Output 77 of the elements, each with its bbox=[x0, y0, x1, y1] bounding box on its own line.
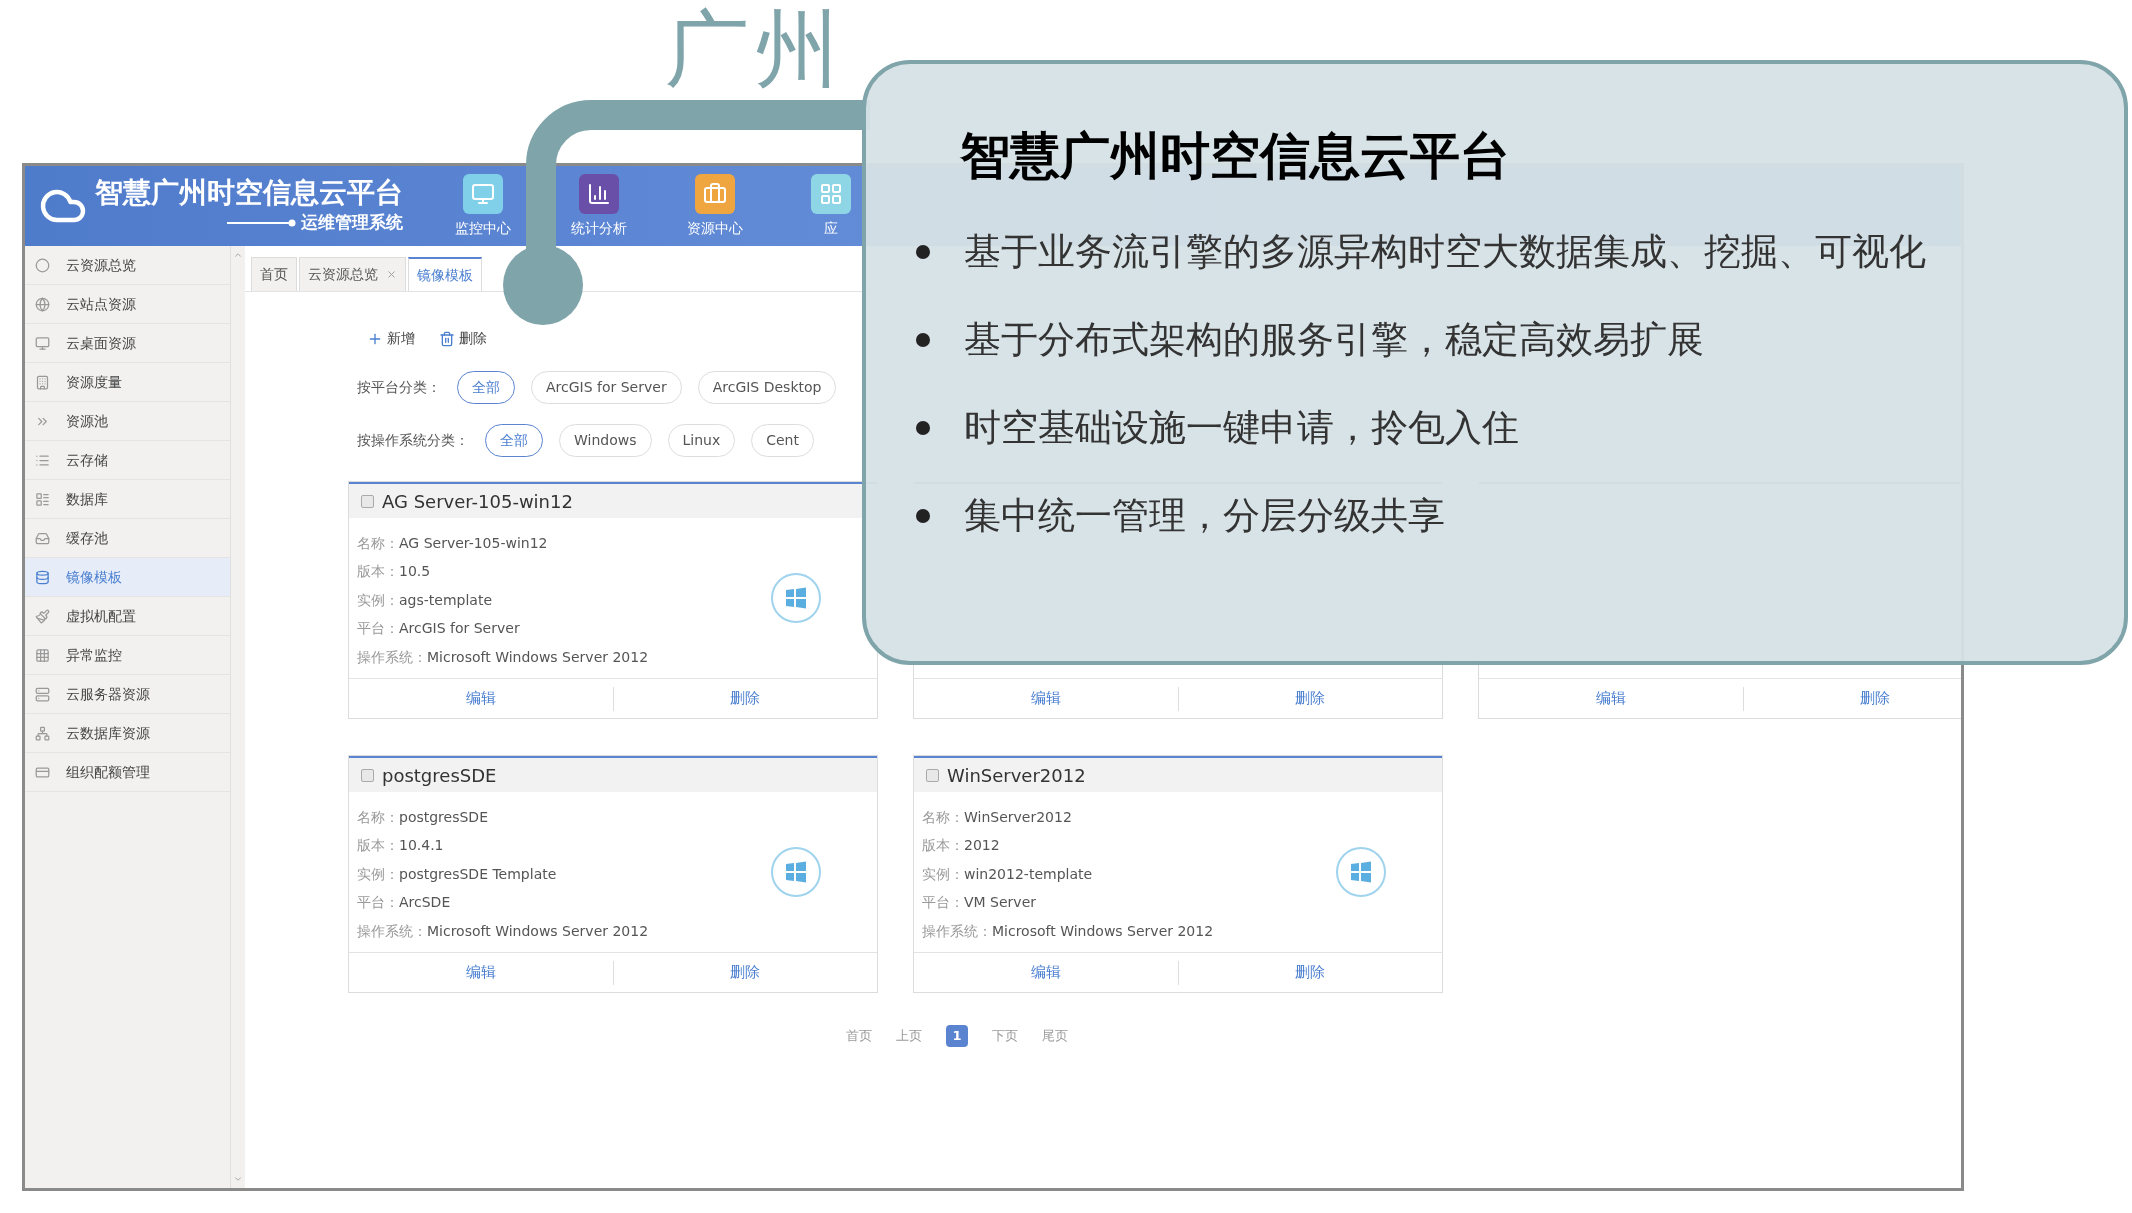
card-action-link[interactable]: 删除 bbox=[1295, 687, 1326, 710]
nav-item[interactable]: 统计分析 bbox=[571, 173, 627, 239]
card-action-link[interactable]: 删除 bbox=[1860, 687, 1891, 710]
card-field: 实例：ags-template bbox=[357, 585, 771, 615]
callout-bullet: 基于分布式架构的服务引擎，稳定高效易扩展 bbox=[964, 317, 1704, 363]
checkbox[interactable] bbox=[926, 768, 939, 782]
card-action-link[interactable]: 删除 bbox=[1295, 961, 1326, 984]
close-icon[interactable] bbox=[386, 269, 397, 280]
server-icon bbox=[35, 686, 50, 702]
checkbox[interactable] bbox=[361, 494, 374, 508]
filter-label: 按操作系统分类： bbox=[357, 431, 469, 450]
page-number[interactable]: 1 bbox=[946, 1025, 968, 1047]
card-field: 版本：2012 bbox=[922, 831, 1336, 860]
card-field: 版本：10.4.1 bbox=[357, 831, 771, 860]
grid-icon bbox=[35, 647, 50, 663]
app-subtitle: 运维管理系统 bbox=[301, 211, 403, 235]
first-page-link[interactable]: 首页 bbox=[846, 1026, 872, 1046]
ring-icon bbox=[35, 257, 50, 273]
table-icon bbox=[35, 491, 50, 507]
card-action-link[interactable]: 删除 bbox=[730, 961, 761, 984]
card-field: 名称：AG Server-105-win12 bbox=[357, 528, 771, 558]
scroll-down-icon bbox=[233, 1174, 243, 1184]
last-page-link[interactable]: 尾页 bbox=[1042, 1026, 1068, 1046]
card-field: 操作系统：Microsoft Windows Server 2012 bbox=[357, 642, 771, 672]
nav-item[interactable]: 资源中心 bbox=[687, 173, 743, 239]
card-action-link[interactable]: 编辑 bbox=[1030, 961, 1061, 984]
card-title: postgresSDE bbox=[382, 763, 497, 788]
card-action-link[interactable]: 删除 bbox=[730, 687, 761, 710]
nav-item[interactable]: 应 bbox=[803, 173, 859, 239]
toolbar-button[interactable]: 删除 bbox=[439, 328, 487, 349]
globe-icon bbox=[35, 296, 50, 312]
filter-label: 按平台分类： bbox=[357, 378, 441, 397]
sidebar-item[interactable]: 镜像模板 bbox=[25, 558, 230, 597]
tab[interactable]: 首页 bbox=[251, 257, 297, 291]
card-field: 平台：VM Server bbox=[922, 888, 1336, 917]
card-field: 名称：WinServer2012 bbox=[922, 802, 1336, 832]
tab[interactable]: 镜像模板 bbox=[408, 257, 482, 291]
checkbox[interactable] bbox=[361, 768, 374, 782]
card-field: 平台：ArcSDE bbox=[357, 888, 771, 917]
card-field: 操作系统：Microsoft Windows Server 2012 bbox=[357, 916, 771, 946]
card-action-link[interactable]: 编辑 bbox=[465, 961, 496, 984]
card-action-link[interactable]: 编辑 bbox=[1030, 687, 1061, 710]
card-title: AG Server-105-win12 bbox=[382, 489, 573, 514]
nav-item[interactable]: 监控中心 bbox=[455, 173, 511, 239]
toolbar-button[interactable]: 新增 bbox=[367, 328, 415, 349]
callout-bullet: 时空基础设施一键申请，拎包入住 bbox=[964, 405, 1519, 451]
tab[interactable]: 云资源总览 bbox=[299, 257, 406, 291]
trash-icon bbox=[439, 330, 455, 347]
list-icon bbox=[35, 452, 50, 468]
card-action-link[interactable]: 编辑 bbox=[1595, 687, 1626, 710]
card-action-link[interactable]: 编辑 bbox=[465, 687, 496, 710]
brush-icon bbox=[35, 608, 50, 624]
slide-title: 广州 bbox=[665, 0, 845, 100]
building-icon bbox=[35, 374, 50, 390]
network-icon bbox=[35, 725, 50, 741]
tray-icon bbox=[35, 530, 50, 546]
callout-bullet: 基于业务流引擎的多源异构时空大数据集成、挖掘、可视化 bbox=[964, 229, 1926, 275]
windows-logo-icon bbox=[771, 847, 821, 897]
prev-page-link[interactable]: 上页 bbox=[896, 1026, 922, 1046]
monitor-icon bbox=[35, 335, 50, 351]
card-field: 实例：postgresSDE Template bbox=[357, 859, 771, 889]
card-icon bbox=[35, 764, 50, 780]
database-icon bbox=[35, 569, 50, 585]
card-title: WinServer2012 bbox=[947, 763, 1086, 788]
card-field: 平台：ArcGIS for Server bbox=[357, 614, 771, 643]
arrow-line-icon bbox=[227, 219, 297, 227]
card-field: 名称：postgresSDE bbox=[357, 802, 771, 832]
callout-title: 智慧广州时空信息云平台 bbox=[960, 126, 1511, 186]
card-field: 实例：win2012-template bbox=[922, 859, 1336, 889]
app-title: 智慧广州时空信息云平台 bbox=[95, 176, 403, 211]
callout-bullet: 集中统一管理，分层分级共享 bbox=[964, 493, 1445, 539]
windows-logo-icon bbox=[771, 573, 821, 623]
scroll-up-icon bbox=[233, 250, 243, 260]
windows-logo-icon bbox=[1336, 847, 1386, 897]
card-field: 版本：10.5 bbox=[357, 557, 771, 586]
card-field: 操作系统：Microsoft Windows Server 2012 bbox=[922, 916, 1336, 946]
next-page-link[interactable]: 下页 bbox=[992, 1026, 1018, 1046]
